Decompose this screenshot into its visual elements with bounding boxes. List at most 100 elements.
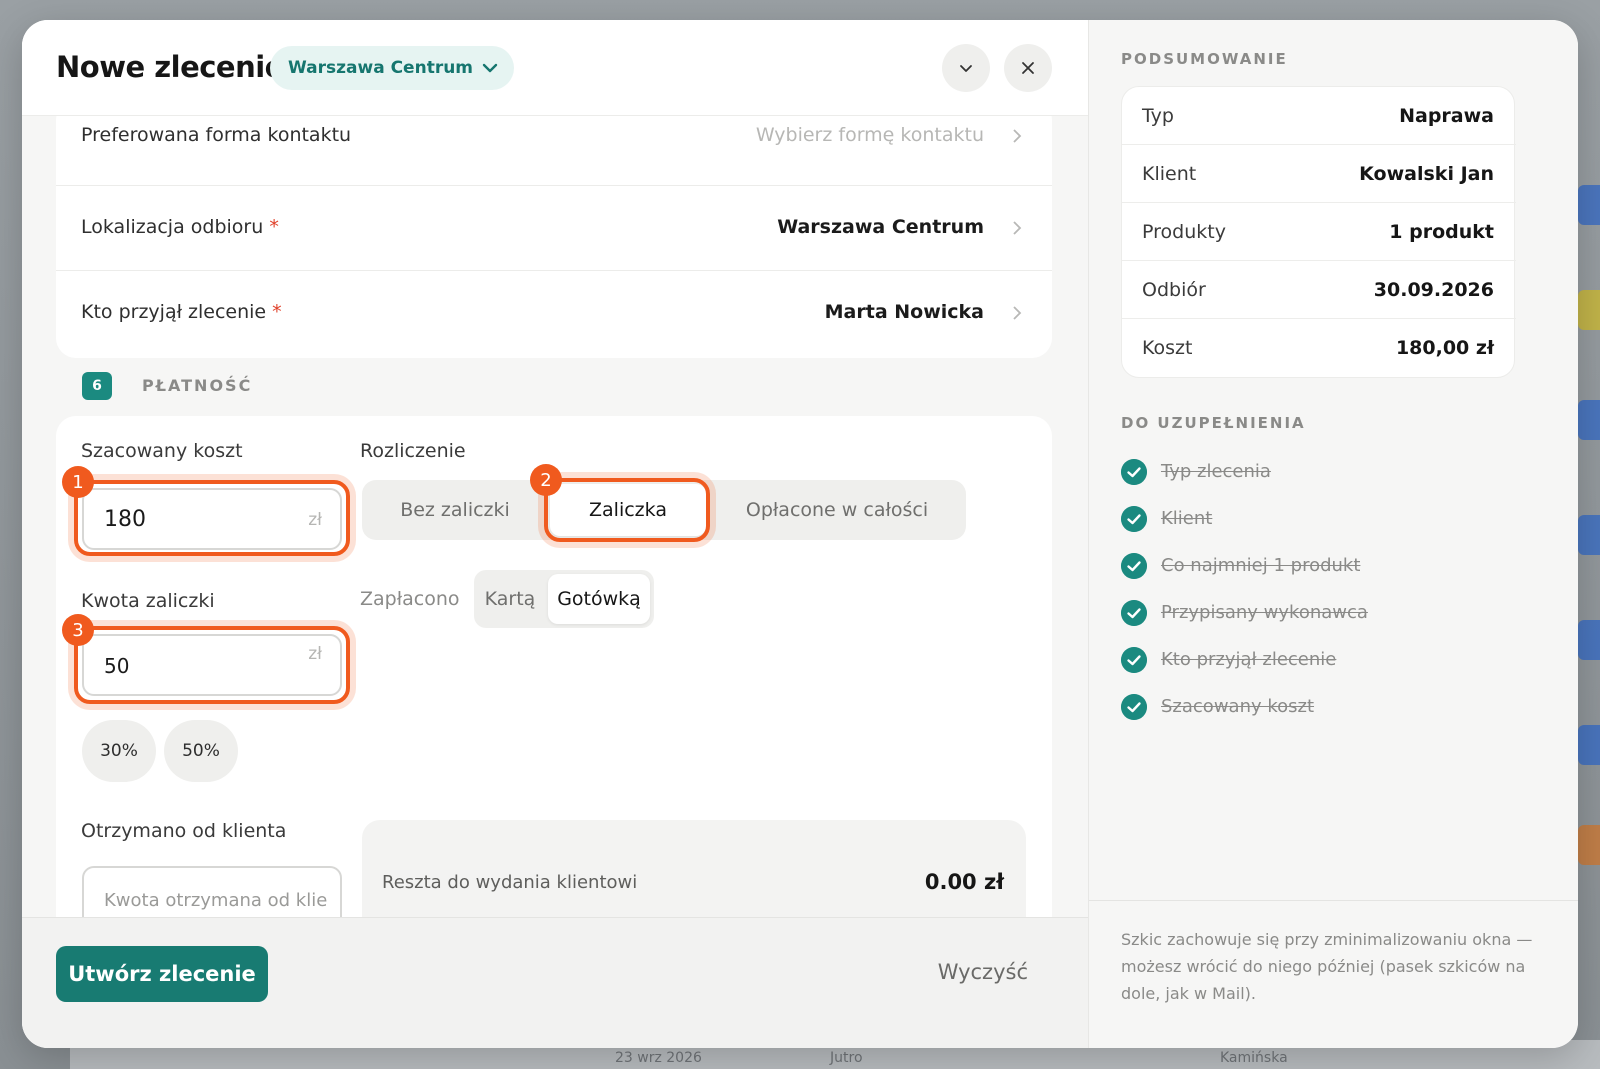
check-circle-icon	[1121, 647, 1147, 673]
background-blue-marker	[1578, 515, 1600, 555]
check-circle-icon	[1121, 506, 1147, 532]
summary-key: Klient	[1142, 163, 1197, 185]
chevron-right-icon	[1013, 129, 1022, 143]
paid-method-card[interactable]: Kartą	[474, 570, 546, 628]
step-badge: 1	[62, 466, 94, 498]
step-badge: 3	[62, 614, 94, 646]
summary-row: Odbiór 30.09.2026	[1122, 261, 1516, 319]
contact-method-value: Wybierz formę kontaktu	[755, 124, 984, 146]
section-number: 6	[82, 372, 112, 400]
chevron-down-icon	[482, 63, 498, 73]
background-yellow-marker	[1578, 290, 1600, 330]
summary-value: 180,00 zł	[1395, 337, 1494, 359]
modal-footer: Utwórz zlecenie Wyczyść	[22, 917, 1088, 1048]
background-date: 23 wrz 2026	[615, 1050, 702, 1066]
create-order-button[interactable]: Utwórz zlecenie	[56, 946, 268, 1002]
required-marker: *	[272, 301, 282, 323]
summary-key: Typ	[1142, 105, 1174, 127]
modal-header: Nowe zlecenie Warszawa Centrum	[22, 20, 1088, 116]
clear-button[interactable]: Wyczyść	[938, 960, 1028, 984]
summary-value: 1 produkt	[1389, 221, 1494, 243]
advance-amount-label: Kwota zaliczki	[81, 590, 215, 612]
todo-item-label: Klient	[1161, 508, 1213, 529]
currency-unit: zł	[308, 644, 322, 664]
paid-method-cash[interactable]: Gotówką	[548, 574, 650, 624]
percent-30-button[interactable]: 30%	[82, 720, 156, 782]
paid-label: Zapłacono	[360, 588, 460, 610]
summary-value: Kowalski Jan	[1359, 163, 1494, 185]
summary-section-title: PODSUMOWANIE	[1121, 50, 1288, 68]
modal-title: Nowe zlecenie	[56, 50, 284, 84]
estimated-cost-input[interactable]: 180 zł	[82, 488, 342, 550]
background-blue-marker	[1578, 400, 1600, 440]
summary-card: Typ Naprawa Klient Kowalski Jan Produkty…	[1121, 86, 1516, 378]
order-form-pane: Preferowana forma kontaktu Wybierz formę…	[22, 20, 1088, 1048]
percent-50-button[interactable]: 50%	[164, 720, 238, 782]
received-label: Otrzymano od klienta	[81, 820, 287, 842]
estimated-cost-value: 180	[104, 507, 146, 532]
todo-item-label: Przypisany wykonawca	[1161, 602, 1368, 623]
summary-row: Koszt 180,00 zł	[1122, 319, 1516, 377]
currency-unit: zł	[308, 510, 322, 530]
received-amount-placeholder: Kwota otrzymana od klie	[104, 890, 328, 911]
paid-method-segmented-control: Kartą Gotówką	[474, 570, 654, 628]
change-due-label: Reszta do wydania klientowi	[382, 872, 638, 893]
chevron-down-icon	[960, 65, 972, 72]
accepted-by-value: Marta Nowicka	[824, 301, 984, 323]
location-selector-label: Warszawa Centrum	[288, 58, 474, 78]
payment-section-title: PŁATNOŚĆ	[142, 376, 253, 395]
todo-item-label: Co najmniej 1 produkt	[1161, 555, 1361, 576]
settlement-option-no-advance[interactable]: Bez zaliczki	[362, 480, 548, 540]
background-orange-marker	[1578, 825, 1600, 865]
close-icon	[1022, 62, 1034, 74]
location-selector[interactable]: Warszawa Centrum	[270, 46, 514, 90]
todo-item-label: Typ zlecenia	[1161, 461, 1271, 482]
accepted-by-label: Kto przyjął zlecenie *	[81, 301, 282, 323]
check-circle-icon	[1121, 553, 1147, 579]
estimated-cost-label: Szacowany koszt	[81, 440, 243, 462]
accepted-by-label-text: Kto przyjął zlecenie	[81, 301, 267, 323]
highlight-frame	[544, 478, 710, 542]
divider	[1089, 900, 1578, 901]
background-when: Jutro	[830, 1050, 863, 1066]
minimize-button[interactable]	[942, 44, 990, 92]
todo-item-label: Szacowany koszt	[1161, 696, 1315, 717]
change-due-value: 0.00 zł	[924, 870, 1004, 894]
pickup-location-row[interactable]: Lokalizacja odbioru * Warszawa Centrum	[56, 186, 1052, 271]
summary-value: Naprawa	[1399, 105, 1494, 127]
contact-method-label: Preferowana forma kontaktu	[81, 124, 352, 146]
close-button[interactable]	[1004, 44, 1052, 92]
todo-section-title: DO UZUPEŁNIENIA	[1121, 414, 1306, 432]
summary-row: Produkty 1 produkt	[1122, 203, 1516, 261]
summary-pane: PODSUMOWANIE Typ Naprawa Klient Kowalski…	[1088, 20, 1578, 1048]
step-badge: 2	[530, 464, 562, 496]
settlement-option-paid-full[interactable]: Opłacone w całości	[708, 480, 966, 540]
background-blue-marker	[1578, 185, 1600, 225]
background-blue-marker	[1578, 620, 1600, 660]
summary-row: Typ Naprawa	[1122, 87, 1516, 145]
summary-value: 30.09.2026	[1373, 279, 1494, 301]
required-marker: *	[269, 216, 279, 238]
new-order-modal: Preferowana forma kontaktu Wybierz formę…	[22, 20, 1578, 1048]
pickup-location-label: Lokalizacja odbioru *	[81, 216, 279, 238]
summary-key: Koszt	[1142, 337, 1193, 359]
advance-amount-input[interactable]: 50 zł	[82, 634, 342, 696]
pickup-location-label-text: Lokalizacja odbioru	[81, 216, 264, 238]
pickup-location-value: Warszawa Centrum	[777, 216, 984, 238]
accepted-by-row[interactable]: Kto przyjął zlecenie * Marta Nowicka	[56, 271, 1052, 356]
check-circle-icon	[1121, 600, 1147, 626]
chevron-right-icon	[1013, 306, 1022, 320]
background-blue-marker	[1578, 725, 1600, 765]
chevron-right-icon	[1013, 221, 1022, 235]
summary-key: Odbiór	[1142, 279, 1206, 301]
check-circle-icon	[1121, 694, 1147, 720]
summary-row: Klient Kowalski Jan	[1122, 145, 1516, 203]
todo-item-label: Kto przyjął zlecenie	[1161, 649, 1337, 670]
advance-amount-value: 50	[104, 654, 130, 678]
check-circle-icon	[1121, 459, 1147, 485]
contact-details-card: Preferowana forma kontaktu Wybierz formę…	[56, 100, 1052, 358]
background-name: Kamińska	[1220, 1050, 1288, 1066]
summary-key: Produkty	[1142, 221, 1226, 243]
draft-info-note: Szkic zachowuje się przy zminimalizowani…	[1121, 930, 1533, 1003]
settlement-label: Rozliczenie	[360, 440, 466, 462]
